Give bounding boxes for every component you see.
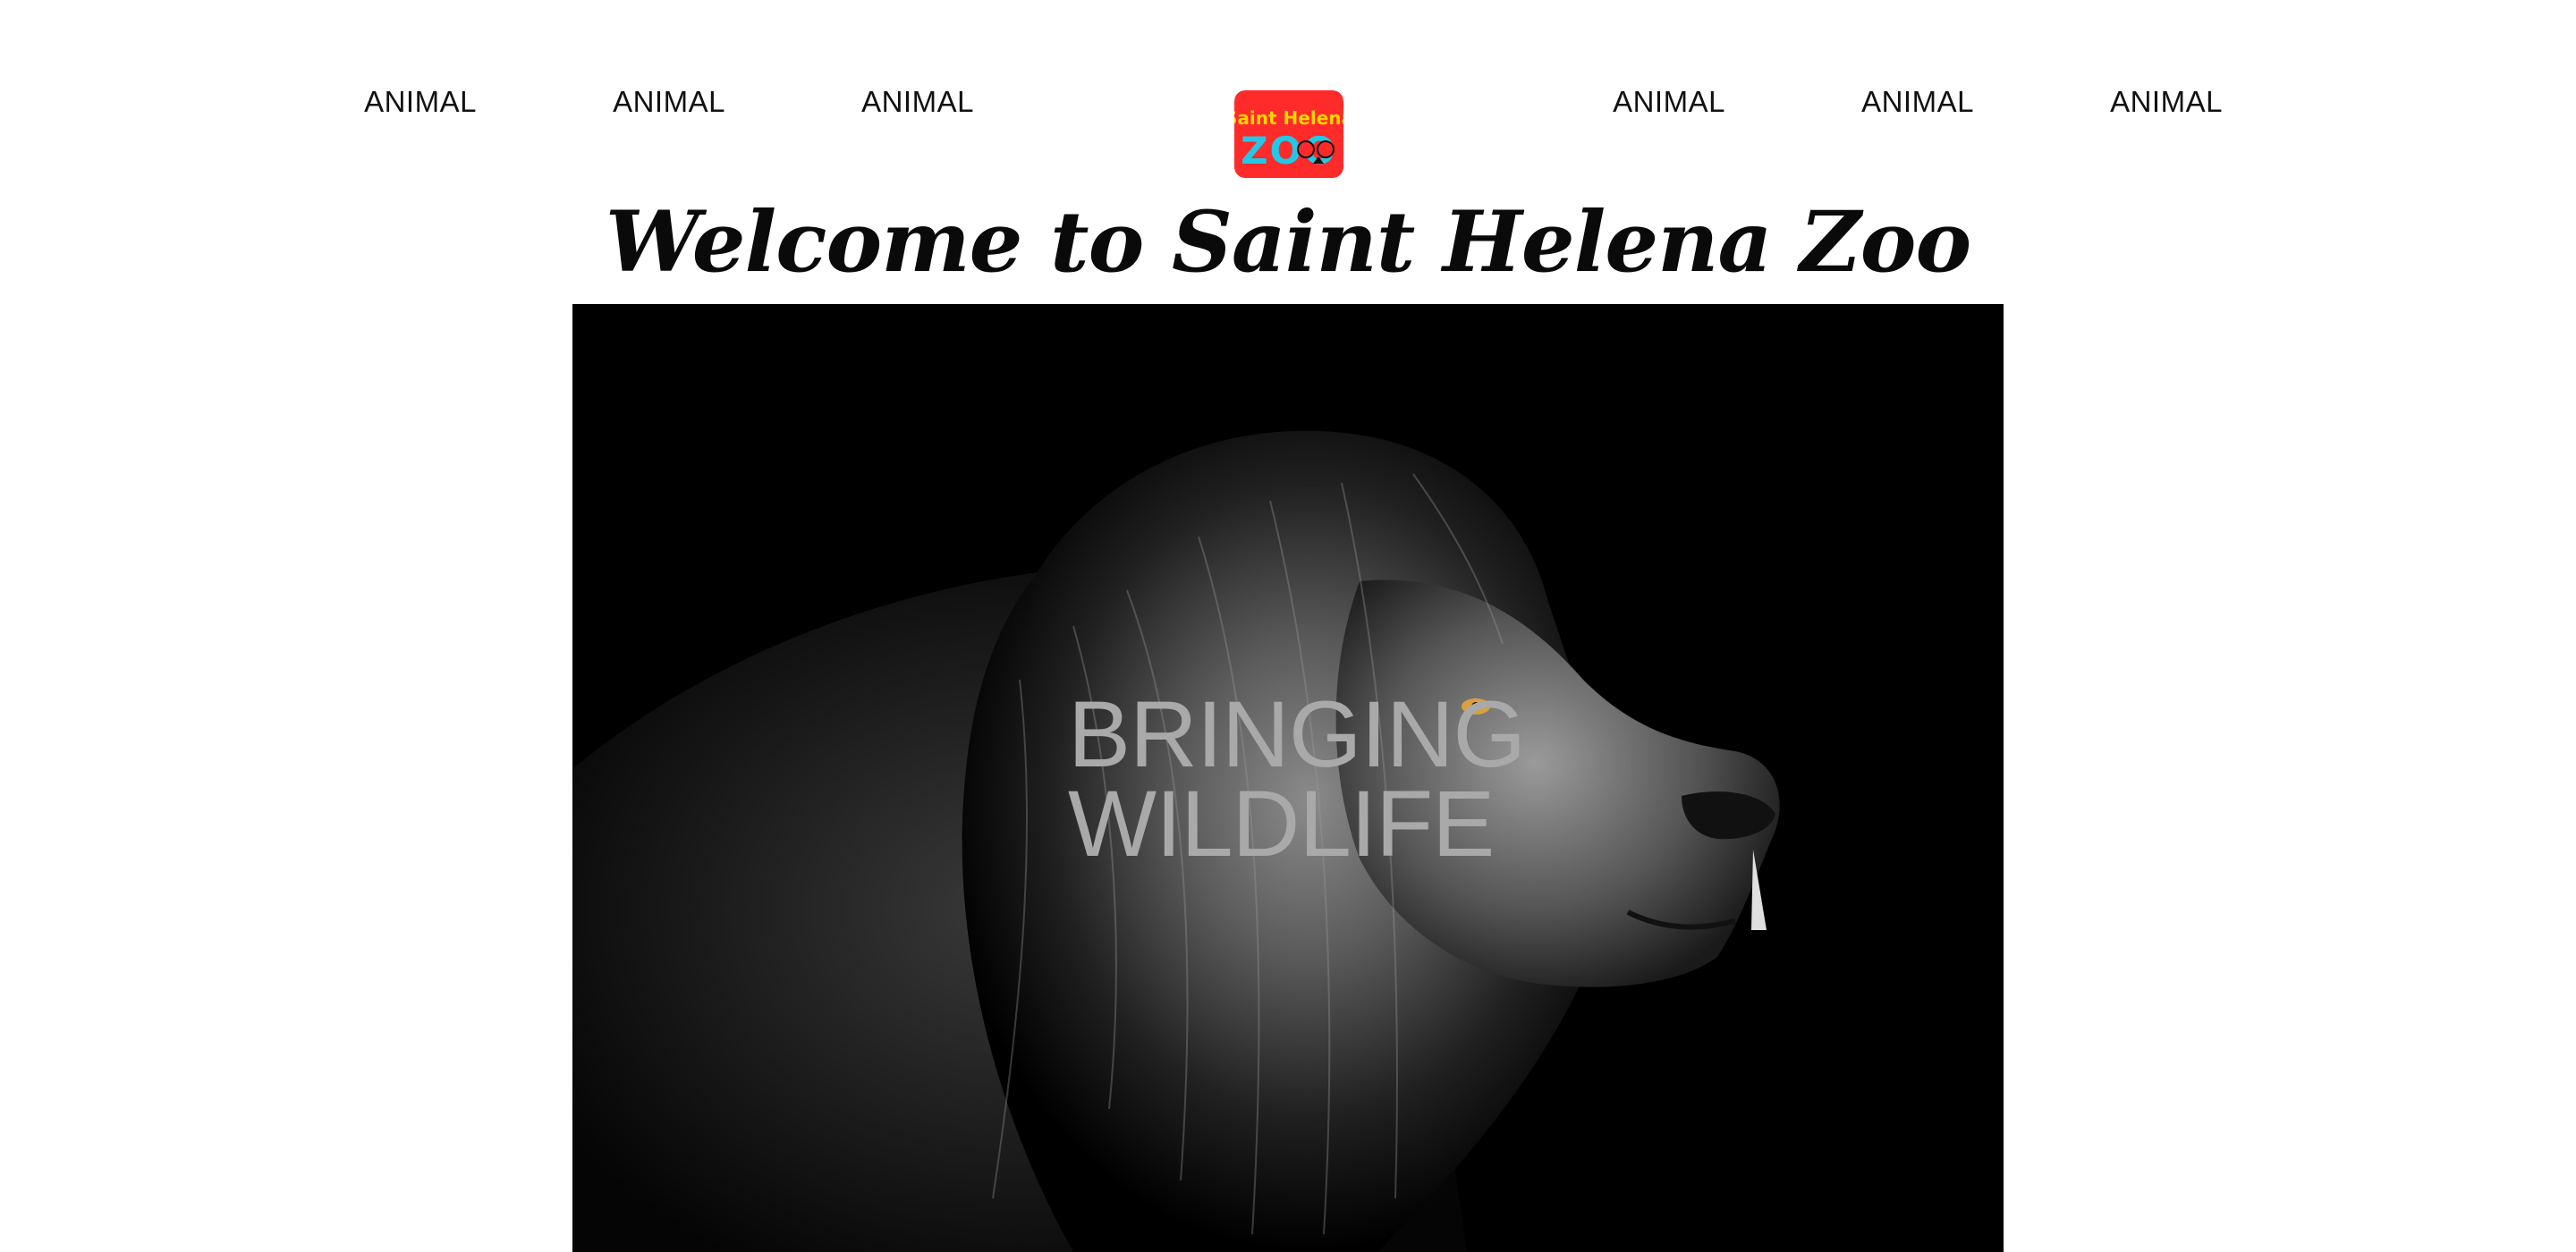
nav-item-animal-1[interactable]: ANIMAL: [322, 81, 519, 123]
zoo-logo-graphic: Saint Helena ZOO: [1234, 90, 1343, 178]
nav-item-animal-4[interactable]: ANIMAL: [1571, 81, 1767, 123]
hero-headline: BRINGING WILDLIFE: [1068, 682, 1526, 876]
nav-item-animal-3[interactable]: ANIMAL: [819, 81, 1016, 123]
hero-headline-line1: BRINGING: [1068, 682, 1526, 787]
logo-line1: Saint Helena: [1234, 107, 1343, 129]
hero-headline-line2: WILDLIFE: [1068, 772, 1495, 876]
nav-item-animal-5[interactable]: ANIMAL: [1819, 81, 2016, 123]
nav-item-animal-6[interactable]: ANIMAL: [2068, 81, 2265, 123]
nav-item-animal-2[interactable]: ANIMAL: [571, 81, 767, 123]
hero-banner: BRINGING WILDLIFE: [572, 304, 2004, 1252]
zoo-logo[interactable]: Saint Helena ZOO: [1234, 90, 1343, 178]
page-title: Welcome to Saint Helena Zoo: [605, 193, 1971, 292]
